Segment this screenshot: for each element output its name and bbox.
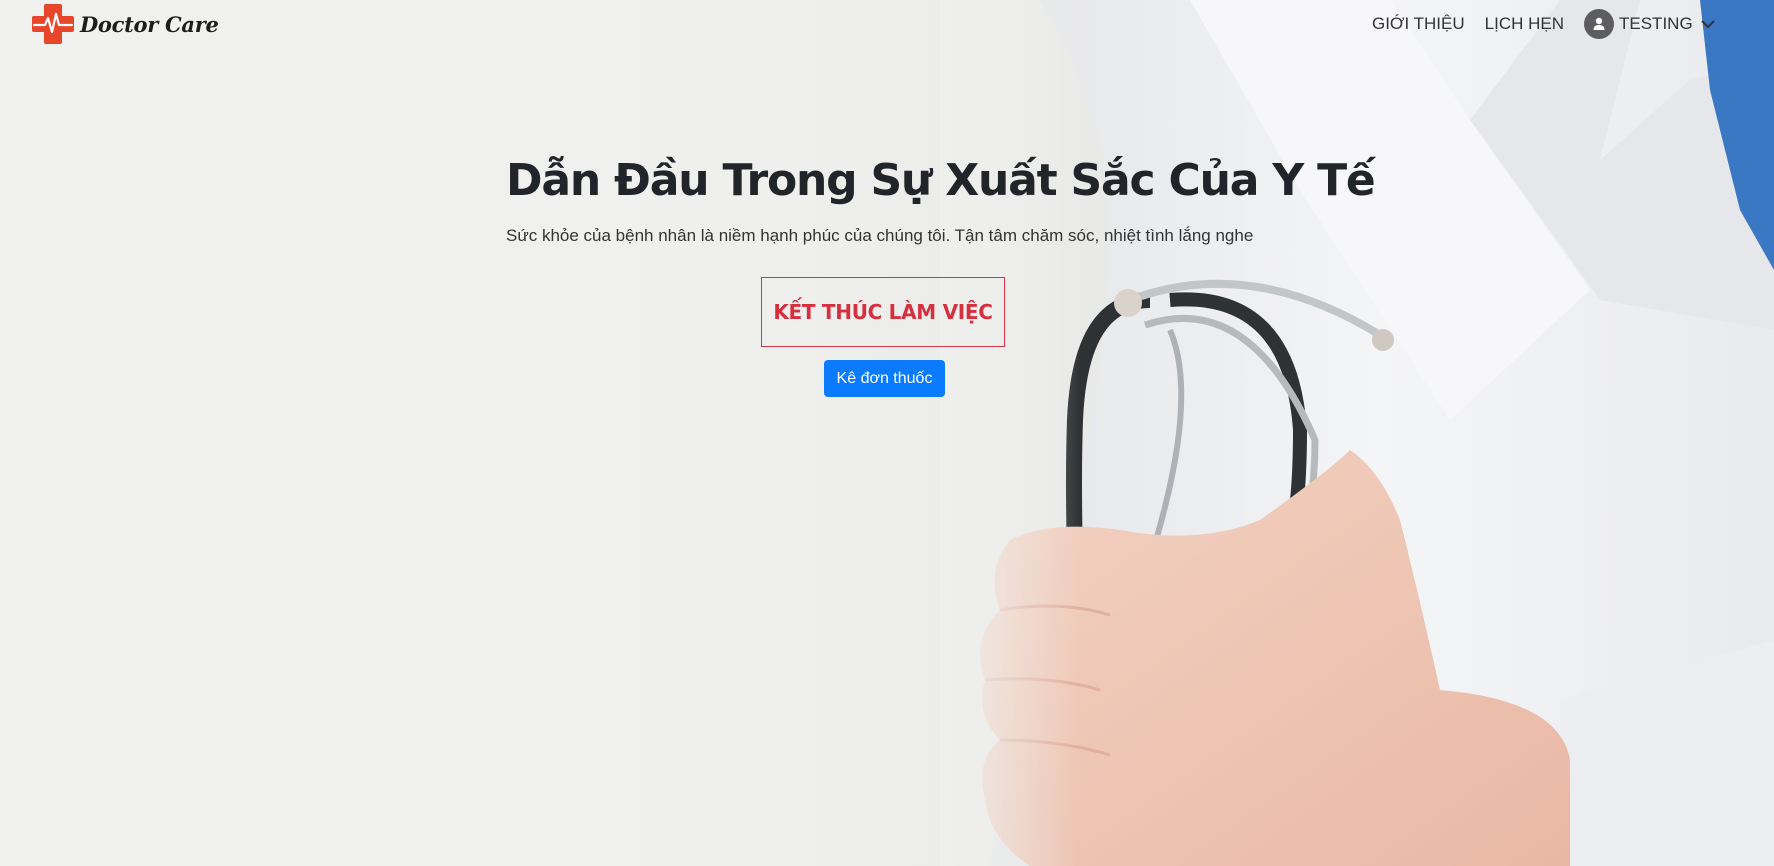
- medical-cross-icon: [32, 4, 74, 44]
- nav-link-lich-hen[interactable]: LỊCH HẸN: [1485, 14, 1564, 34]
- user-menu-dropdown[interactable]: TESTING: [1584, 9, 1774, 39]
- user-name: TESTING: [1619, 14, 1693, 33]
- page: Doctor Care GIỚI THIỆU LỊCH HẸN TESTING …: [0, 0, 1774, 866]
- hero-background-image: [940, 0, 1774, 866]
- prescribe-button[interactable]: Kê đơn thuốc: [824, 360, 945, 397]
- user-avatar: [1584, 9, 1614, 39]
- nav-link-gioi-thieu[interactable]: GIỚI THIỆU: [1372, 14, 1465, 34]
- nav-menu: GIỚI THIỆU LỊCH HẸN TESTING: [1372, 0, 1774, 48]
- top-navbar: Doctor Care GIỚI THIỆU LỊCH HẸN TESTING: [0, 0, 1774, 48]
- hero-title: Dẫn Đầu Trong Sự Xuất Sắc Của Y Tế: [506, 155, 1376, 206]
- chevron-down-icon: [1700, 20, 1715, 29]
- hero-subtitle: Sức khỏe của bệnh nhân là niềm hạnh phúc…: [506, 226, 1254, 245]
- user-icon: [1593, 17, 1605, 30]
- brand-name: Doctor Care: [80, 11, 219, 37]
- end-work-button[interactable]: KẾT THÚC LÀM VIỆC: [761, 277, 1005, 347]
- brand-logo[interactable]: Doctor Care: [30, 2, 219, 46]
